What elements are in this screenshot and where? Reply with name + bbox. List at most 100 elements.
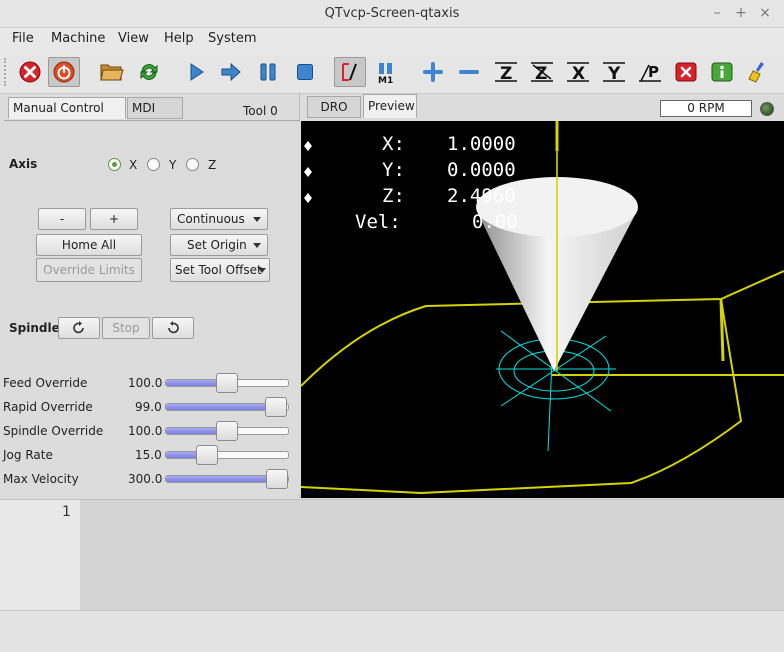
dro-z-label: Z: [382, 185, 405, 207]
block-delete-button[interactable] [334, 57, 366, 87]
power-icon [53, 61, 75, 83]
toolbar-grip[interactable] [4, 58, 8, 86]
power-button[interactable] [48, 57, 80, 87]
view-p-label: P [648, 63, 659, 81]
axis-label: Axis [9, 157, 38, 171]
info-button[interactable] [706, 57, 738, 87]
view-x-icon: X [567, 62, 589, 84]
axis-x-radio[interactable] [108, 158, 121, 171]
slider-handle[interactable] [216, 421, 238, 441]
set-tool-offset-button[interactable]: Set Tool Offset [170, 258, 270, 282]
dro-x-value: 1.0000 [447, 133, 516, 155]
clean-icon [748, 62, 764, 83]
gcode-editor: 1 [0, 499, 784, 610]
max-velocity-value: 300.0 [128, 472, 163, 486]
dro-markers [304, 141, 312, 203]
tab-preview[interactable]: Preview [363, 94, 417, 118]
title-bar: QTvcp-Screen-qtaxis – + × [0, 0, 784, 28]
max-velocity-label: Max Velocity [3, 472, 79, 486]
axis-z-radio[interactable] [186, 158, 199, 171]
tab-mdi[interactable]: MDI [F5] [127, 97, 183, 135]
set-origin-button[interactable]: Set Origin [170, 234, 268, 256]
clean-button[interactable] [742, 57, 774, 87]
step-button[interactable] [215, 57, 247, 87]
menu-file[interactable]: File [12, 31, 34, 46]
stop-button[interactable] [289, 57, 321, 87]
view-y-label: Y [607, 64, 621, 84]
dro-z-value: 2.4960 [447, 185, 516, 207]
slider-handle[interactable] [196, 445, 218, 465]
home-all-button[interactable]: Home All [36, 234, 142, 256]
spindle-override-slider[interactable] [165, 421, 289, 441]
dro-vel-label: Vel: [355, 211, 401, 233]
pause-button[interactable] [252, 57, 284, 87]
tab-dro[interactable]: DRO [307, 96, 361, 118]
view-y-icon: Y [603, 62, 625, 84]
clear-button[interactable] [670, 57, 702, 87]
rapid-override-slider[interactable] [165, 397, 289, 417]
zoom-out-button[interactable] [453, 57, 485, 87]
view-y-button[interactable]: Y [598, 57, 630, 87]
toolbar: M1 Z Z X Y P [0, 50, 784, 94]
tab-manual-control[interactable]: Manual Control [F3] [8, 97, 126, 135]
view-z-icon: Z [495, 62, 517, 84]
spindle-stop-button[interactable]: Stop [102, 317, 150, 339]
rapid-override-value: 99.0 [135, 400, 162, 414]
tool-label: Tool 0 [243, 104, 278, 118]
view-z2-button[interactable]: Z [526, 57, 558, 87]
run-button[interactable] [180, 57, 212, 87]
left-panel: Manual Control [F3] MDI [F5] Tool 0 Axis… [0, 94, 300, 498]
gcode-preview[interactable]: X: 1.0000 Y: 0.0000 Z: 2.4960 Vel: 0.00 [301, 121, 784, 498]
view-p-button[interactable]: P [634, 57, 666, 87]
jog-minus-button[interactable]: - [38, 208, 86, 230]
gcode-text-area[interactable] [80, 500, 784, 610]
line-number-gutter: 1 [0, 500, 80, 610]
spindle-override-label: Spindle Override [3, 424, 104, 438]
m1-label: M1 [378, 76, 393, 84]
dro-x-label: X: [382, 133, 405, 155]
minimize-button[interactable]: – [708, 4, 726, 22]
view-x-label: X [572, 64, 585, 84]
spindle-reverse-button[interactable] [58, 317, 100, 339]
menu-bar: File Machine View Help System [0, 28, 784, 50]
run-icon [190, 63, 204, 81]
feed-override-value: 100.0 [128, 376, 163, 390]
jog-rate-slider[interactable] [165, 445, 289, 465]
zoom-in-icon [423, 62, 443, 82]
window-title: QTvcp-Screen-qtaxis [324, 6, 460, 21]
reload-icon [140, 64, 158, 80]
maximize-button[interactable]: + [732, 4, 750, 22]
menu-machine[interactable]: Machine [51, 31, 105, 46]
feed-override-slider[interactable] [165, 373, 289, 393]
menu-system[interactable]: System [208, 31, 256, 46]
menu-help[interactable]: Help [164, 31, 194, 46]
slider-handle[interactable] [265, 397, 287, 417]
view-z-button[interactable]: Z [490, 57, 522, 87]
chevron-down-icon [253, 217, 261, 222]
slider-fill [166, 476, 277, 482]
reload-button[interactable] [133, 57, 165, 87]
estop-button[interactable] [14, 57, 46, 87]
open-file-button[interactable] [96, 57, 128, 87]
jog-plus-button[interactable]: + [90, 208, 138, 230]
zoom-in-button[interactable] [417, 57, 449, 87]
view-x-button[interactable]: X [562, 57, 594, 87]
close-button[interactable]: × [756, 4, 774, 22]
axis-z-label: Z [208, 158, 217, 172]
slider-handle[interactable] [216, 373, 238, 393]
rotate-cw-icon [168, 321, 179, 334]
preview-canvas [301, 121, 784, 495]
slider-handle[interactable] [266, 469, 288, 489]
dro-vel-value: 0.00 [472, 211, 518, 233]
estop-icon [19, 61, 41, 83]
spindle-forward-button[interactable] [152, 317, 194, 339]
menu-view[interactable]: View [118, 31, 149, 46]
stop-icon [297, 64, 313, 80]
slider-fill [166, 404, 276, 410]
override-limits-button[interactable]: Override Limits [36, 258, 142, 282]
max-velocity-slider[interactable] [165, 469, 289, 489]
optional-stop-button[interactable]: M1 [370, 57, 402, 87]
jog-mode-select[interactable]: Continuous [170, 208, 268, 230]
spindle-label: Spindle: [9, 321, 65, 335]
axis-y-radio[interactable] [147, 158, 160, 171]
